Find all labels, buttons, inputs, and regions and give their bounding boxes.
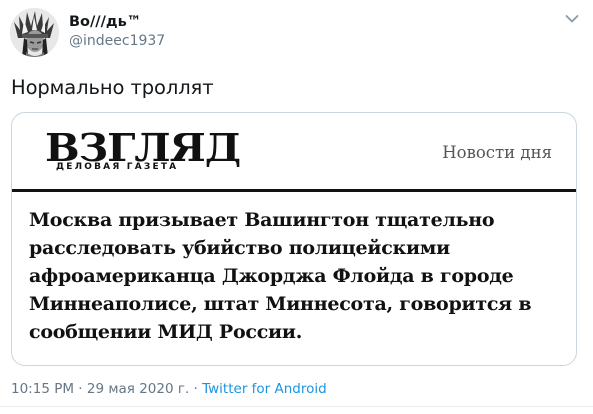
author-names: Во///дь™ @indeec1937 (69, 13, 165, 51)
tweet-text: Нормально троллят (11, 76, 214, 99)
user-handle[interactable]: @indeec1937 (69, 32, 165, 51)
tweet-header: Во///дь™ @indeec1937 (10, 7, 165, 57)
meta-separator: · (189, 381, 203, 397)
card-headline: Москва призывает Вашингтон тщательно рас… (29, 209, 532, 343)
tweet-source-link[interactable]: Twitter for Android (202, 381, 327, 397)
tweet-date[interactable]: 29 мая 2020 г. (87, 381, 189, 397)
meta-separator: · (74, 381, 87, 397)
masthead-divider (12, 189, 576, 192)
avatar[interactable] (10, 7, 59, 57)
tweet: Во///дь™ @indeec1937 Нормально троллят В… (0, 0, 593, 414)
card-masthead: ВЗГЛЯД ДЕЛОВАЯ ГАЗЕТА Новости дня (12, 113, 576, 191)
display-name[interactable]: Во///дь™ (69, 13, 165, 32)
tweet-meta: 10:15 PM · 29 мая 2020 г. · Twitter for … (11, 381, 327, 397)
tweet-time[interactable]: 10:15 PM (11, 381, 74, 397)
avatar-image (10, 7, 59, 57)
chevron-down-icon[interactable] (565, 14, 579, 24)
publication-logo-subtitle: ДЕЛОВАЯ ГАЗЕТА (56, 162, 179, 172)
link-card[interactable]: ВЗГЛЯД ДЕЛОВАЯ ГАЗЕТА Новости дня Москва… (11, 112, 577, 366)
section-label: Новости дня (442, 143, 552, 162)
bottom-divider (0, 406, 593, 407)
